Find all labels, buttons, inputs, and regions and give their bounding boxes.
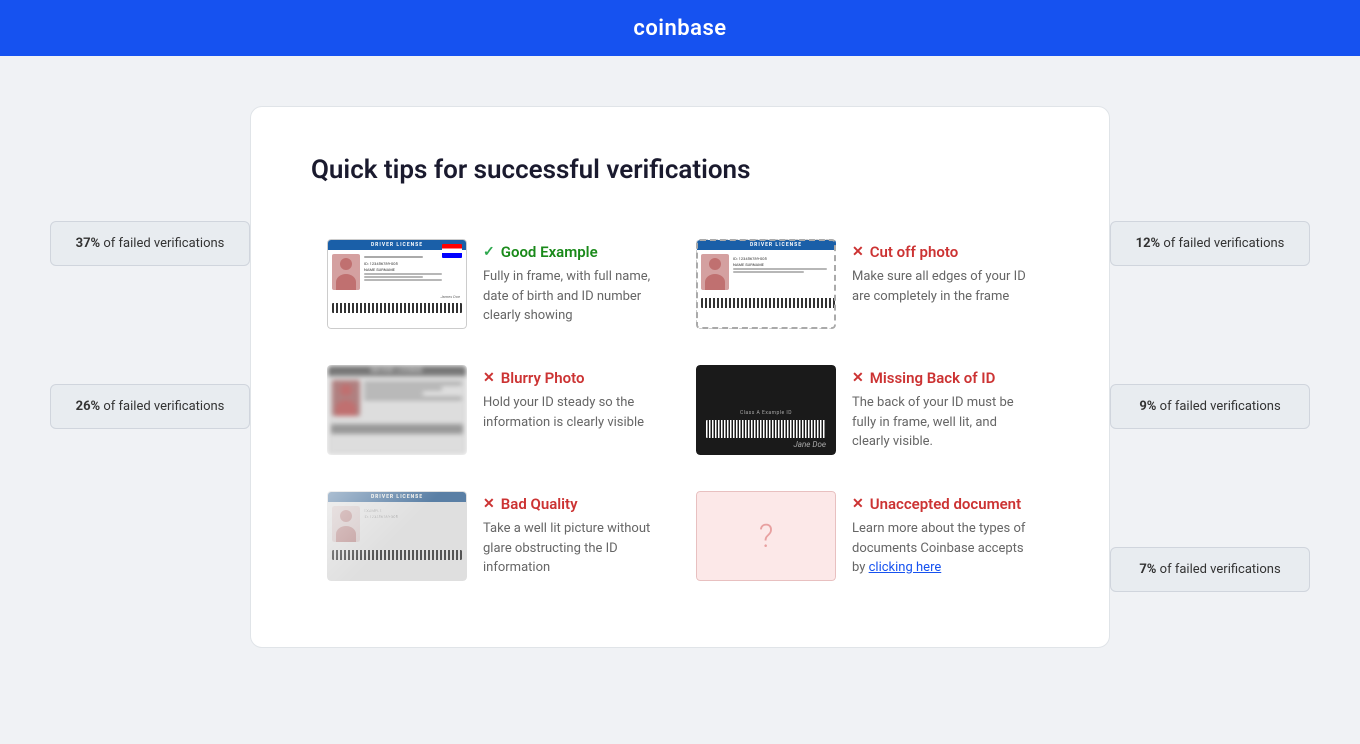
tip-cutoff: DRIVER LICENSE ID: 123456789-005 NAME SU…: [680, 221, 1049, 347]
coinbase-logo: coinbase: [633, 16, 726, 41]
question-mark-icon: ?: [759, 517, 774, 555]
tip-content-back: ✕ Missing Back of ID The back of your ID…: [852, 365, 1033, 452]
tip-image-good: DRIVER LICENSE ID: 123456789-005 NAME SU…: [327, 239, 467, 329]
x-icon-back: ✕: [852, 370, 864, 386]
tip-blurry: DRIVER LICENSE: [311, 347, 680, 473]
tip-desc-back: The back of your ID must be fully in fra…: [852, 393, 1033, 452]
header: coinbase: [0, 0, 1360, 56]
tips-card: Quick tips for successful verifications …: [250, 106, 1110, 648]
x-icon-unaccepted: ✕: [852, 496, 864, 512]
clicking-here-link[interactable]: clicking here: [869, 560, 942, 575]
right-badge-1: 12% of failed verifications: [1110, 221, 1310, 266]
left-badge-1: 37% of failed verifications: [50, 221, 250, 266]
tip-unaccepted: ? ✕ Unaccepted document Learn more about…: [680, 473, 1049, 599]
left-badge-2: 26% of failed verifications: [50, 384, 250, 429]
right-badge-2: 9% of failed verifications: [1110, 384, 1310, 429]
tip-title-unaccepted: ✕ Unaccepted document: [852, 495, 1033, 513]
tip-desc-good: Fully in frame, with full name, date of …: [483, 267, 664, 326]
tip-title-back: ✕ Missing Back of ID: [852, 369, 1033, 387]
tip-missing-back: Class A Example ID Jane Doe ✕ Missing Ba…: [680, 347, 1049, 473]
page-title: Quick tips for successful verifications: [311, 155, 1049, 185]
x-icon-blurry: ✕: [483, 370, 495, 386]
tip-image-unaccepted: ?: [696, 491, 836, 581]
tip-title-bad-quality: ✕ Bad Quality: [483, 495, 664, 513]
tip-image-back: Class A Example ID Jane Doe: [696, 365, 836, 455]
tip-desc-unaccepted: Learn more about the types of documents …: [852, 519, 1033, 578]
right-badges: 12% of failed verifications 9% of failed…: [1110, 221, 1310, 592]
tip-desc-bad-quality: Take a well lit picture without glare ob…: [483, 519, 664, 578]
tip-desc-cutoff: Make sure all edges of your ID are compl…: [852, 267, 1033, 306]
tip-content-blurry: ✕ Blurry Photo Hold your ID steady so th…: [483, 365, 664, 432]
tip-content-good: ✓ Good Example Fully in frame, with full…: [483, 239, 664, 326]
tip-title-blurry: ✕ Blurry Photo: [483, 369, 664, 387]
tip-image-blurry: DRIVER LICENSE: [327, 365, 467, 455]
tip-image-cutoff: DRIVER LICENSE ID: 123456789-005 NAME SU…: [696, 239, 836, 329]
tip-title-good: ✓ Good Example: [483, 243, 664, 261]
tip-content-cutoff: ✕ Cut off photo Make sure all edges of y…: [852, 239, 1033, 306]
tips-grid: DRIVER LICENSE ID: 123456789-005 NAME SU…: [311, 221, 1049, 599]
tip-content-unaccepted: ✕ Unaccepted document Learn more about t…: [852, 491, 1033, 578]
tip-title-cutoff: ✕ Cut off photo: [852, 243, 1033, 261]
x-icon-bad-quality: ✕: [483, 496, 495, 512]
tip-good-example: DRIVER LICENSE ID: 123456789-005 NAME SU…: [311, 221, 680, 347]
check-icon: ✓: [483, 244, 495, 260]
tip-bad-quality: DRIVER LICENSE EXAMPLE ID: 123456789-005: [311, 473, 680, 599]
main-wrapper: 37% of failed verifications 26% of faile…: [0, 56, 1360, 698]
x-icon-cutoff: ✕: [852, 244, 864, 260]
tip-content-bad-quality: ✕ Bad Quality Take a well lit picture wi…: [483, 491, 664, 578]
right-badge-3: 7% of failed verifications: [1110, 547, 1310, 592]
tip-image-bad-quality: DRIVER LICENSE EXAMPLE ID: 123456789-005: [327, 491, 467, 581]
left-badges: 37% of failed verifications 26% of faile…: [50, 221, 250, 429]
tip-desc-blurry: Hold your ID steady so the information i…: [483, 393, 664, 432]
